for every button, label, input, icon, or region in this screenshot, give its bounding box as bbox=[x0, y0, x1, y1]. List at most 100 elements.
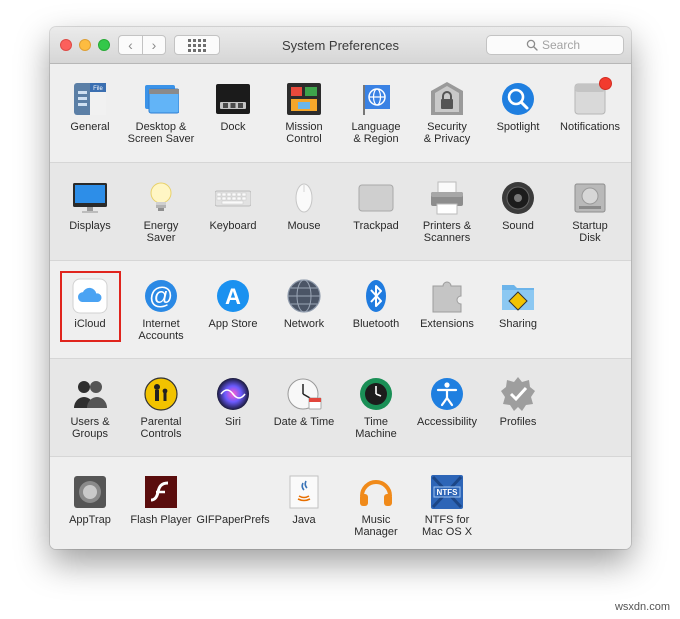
pane-trackpad[interactable]: Trackpad bbox=[340, 169, 412, 257]
pane-apptrap[interactable]: AppTrap bbox=[54, 463, 126, 549]
bluetooth-icon bbox=[358, 278, 394, 314]
pane-label: Displays bbox=[69, 220, 111, 232]
pane-label: Dock bbox=[220, 121, 246, 133]
pane-label: Parental Controls bbox=[140, 416, 182, 440]
show-all-button[interactable] bbox=[174, 35, 220, 55]
row-other: AppTrap Flash Player GIFPaperPrefs Java Musi… bbox=[50, 456, 631, 549]
pane-accessibility[interactable]: Accessibility bbox=[411, 365, 483, 453]
energy-saver-icon bbox=[143, 180, 179, 216]
pane-label: Music Manager bbox=[354, 514, 398, 538]
notification-badge bbox=[599, 77, 612, 90]
sound-icon bbox=[500, 180, 536, 216]
security-privacy-icon bbox=[429, 81, 465, 117]
row-hardware: Displays Energy Saver Keyboard Mouse Trackpa… bbox=[50, 162, 631, 260]
pane-security-privacy[interactable]: Security & Privacy bbox=[411, 70, 483, 158]
pane-icloud[interactable]: iCloud bbox=[54, 267, 126, 355]
keyboard-icon bbox=[215, 180, 251, 216]
svg-text:File: File bbox=[93, 86, 103, 92]
time-machine-icon bbox=[358, 376, 394, 412]
pane-spotlight[interactable]: Spotlight bbox=[482, 70, 554, 158]
pane-users-groups[interactable]: Users & Groups bbox=[54, 365, 126, 453]
pane-label: AppTrap bbox=[69, 514, 111, 526]
pane-internet-accounts[interactable]: @ Internet Accounts bbox=[125, 267, 197, 355]
printers-scanners-icon bbox=[429, 180, 465, 216]
close-button[interactable] bbox=[60, 39, 72, 51]
pane-network[interactable]: Network bbox=[268, 267, 340, 355]
back-button[interactable]: ‹ bbox=[118, 35, 142, 55]
pane-label: Internet Accounts bbox=[138, 318, 184, 342]
pane-general[interactable]: File General bbox=[54, 70, 126, 158]
pane-displays[interactable]: Displays bbox=[54, 169, 126, 257]
pane-label: Security & Privacy bbox=[423, 121, 471, 145]
title-bar: ‹ › System Preferences bbox=[50, 27, 631, 64]
pane-sharing[interactable]: Sharing bbox=[482, 267, 554, 355]
spotlight-icon bbox=[500, 81, 536, 117]
profiles-icon bbox=[500, 376, 536, 412]
zoom-button[interactable] bbox=[98, 39, 110, 51]
pane-label: iCloud bbox=[74, 318, 106, 330]
internet-accounts-icon: @ bbox=[143, 278, 179, 314]
displays-icon bbox=[72, 180, 108, 216]
pane-time-machine[interactable]: Time Machine bbox=[340, 365, 412, 453]
pane-label: Trackpad bbox=[353, 220, 399, 232]
pane-label: Users & Groups bbox=[70, 416, 110, 440]
pane-label: Time Machine bbox=[355, 416, 397, 440]
pane-keyboard[interactable]: Keyboard bbox=[197, 169, 269, 257]
pane-dock[interactable]: Dock bbox=[197, 70, 269, 158]
pane-flash-player[interactable]: Flash Player bbox=[125, 463, 197, 549]
pane-gifpaperprefs[interactable]: GIFPaperPrefs bbox=[196, 463, 269, 549]
pane-label: Sound bbox=[502, 220, 534, 232]
pane-label: Language & Region bbox=[351, 121, 401, 145]
pane-profiles[interactable]: Profiles bbox=[482, 365, 554, 453]
pane-ntfs-mac[interactable]: NTFS NTFS for Mac OS X bbox=[411, 463, 483, 549]
pane-mission-control[interactable]: Mission Control bbox=[268, 70, 340, 158]
forward-button[interactable]: › bbox=[142, 35, 166, 55]
pane-siri[interactable]: Siri bbox=[197, 365, 269, 453]
language-region-icon bbox=[358, 81, 394, 117]
pane-label: Printers & Scanners bbox=[422, 220, 472, 244]
pane-desktop-screensaver[interactable]: Desktop & Screen Saver bbox=[125, 70, 197, 158]
sharing-icon bbox=[500, 278, 536, 314]
pane-parental-controls[interactable]: Parental Controls bbox=[125, 365, 197, 453]
mission-control-icon bbox=[286, 81, 322, 117]
pane-sound[interactable]: Sound bbox=[482, 169, 554, 257]
pane-label: Spotlight bbox=[496, 121, 540, 133]
pane-startup-disk[interactable]: Startup Disk bbox=[554, 169, 626, 257]
pane-printers-scanners[interactable]: Printers & Scanners bbox=[411, 169, 483, 257]
pane-language-region[interactable]: Language & Region bbox=[340, 70, 412, 158]
row-internet-wireless: iCloud @ Internet Accounts A App Store Networ… bbox=[50, 260, 631, 358]
network-icon bbox=[286, 278, 322, 314]
minimize-button[interactable] bbox=[79, 39, 91, 51]
svg-text:@: @ bbox=[149, 283, 173, 310]
pane-energy-saver[interactable]: Energy Saver bbox=[125, 169, 197, 257]
search-icon bbox=[526, 39, 538, 51]
pane-label: Extensions bbox=[420, 318, 474, 330]
pane-label: Mission Control bbox=[285, 121, 323, 145]
row-system: Users & Groups Parental Controls Siri Date … bbox=[50, 358, 631, 456]
pane-label: App Store bbox=[208, 318, 258, 330]
grid-icon bbox=[188, 38, 206, 52]
pane-label: Accessibility bbox=[417, 416, 477, 428]
pane-app-store[interactable]: A App Store bbox=[197, 267, 269, 355]
svg-text:NTFS: NTFS bbox=[437, 488, 459, 497]
pane-music-manager[interactable]: Music Manager bbox=[340, 463, 412, 549]
pane-java[interactable]: Java bbox=[268, 463, 340, 549]
chevron-right-icon: › bbox=[151, 37, 157, 53]
pane-label: Date & Time bbox=[273, 416, 335, 428]
pane-mouse[interactable]: Mouse bbox=[268, 169, 340, 257]
pane-label: Mouse bbox=[287, 220, 321, 232]
dock-icon bbox=[215, 81, 251, 117]
pane-date-time[interactable]: Date & Time bbox=[268, 365, 340, 453]
ntfs-mac-icon: NTFS bbox=[429, 474, 465, 510]
pane-bluetooth[interactable]: Bluetooth bbox=[340, 267, 412, 355]
pane-label: Profiles bbox=[499, 416, 537, 428]
search-field[interactable] bbox=[486, 35, 624, 55]
trackpad-icon bbox=[358, 180, 394, 216]
back-forward-buttons: ‹ › bbox=[118, 35, 166, 55]
search-input[interactable] bbox=[542, 38, 584, 52]
apptrap-icon bbox=[72, 474, 108, 510]
pane-label: Keyboard bbox=[209, 220, 257, 232]
notifications-icon bbox=[572, 77, 612, 117]
pane-notifications[interactable]: Notifications bbox=[554, 70, 626, 158]
pane-extensions[interactable]: Extensions bbox=[411, 267, 483, 355]
